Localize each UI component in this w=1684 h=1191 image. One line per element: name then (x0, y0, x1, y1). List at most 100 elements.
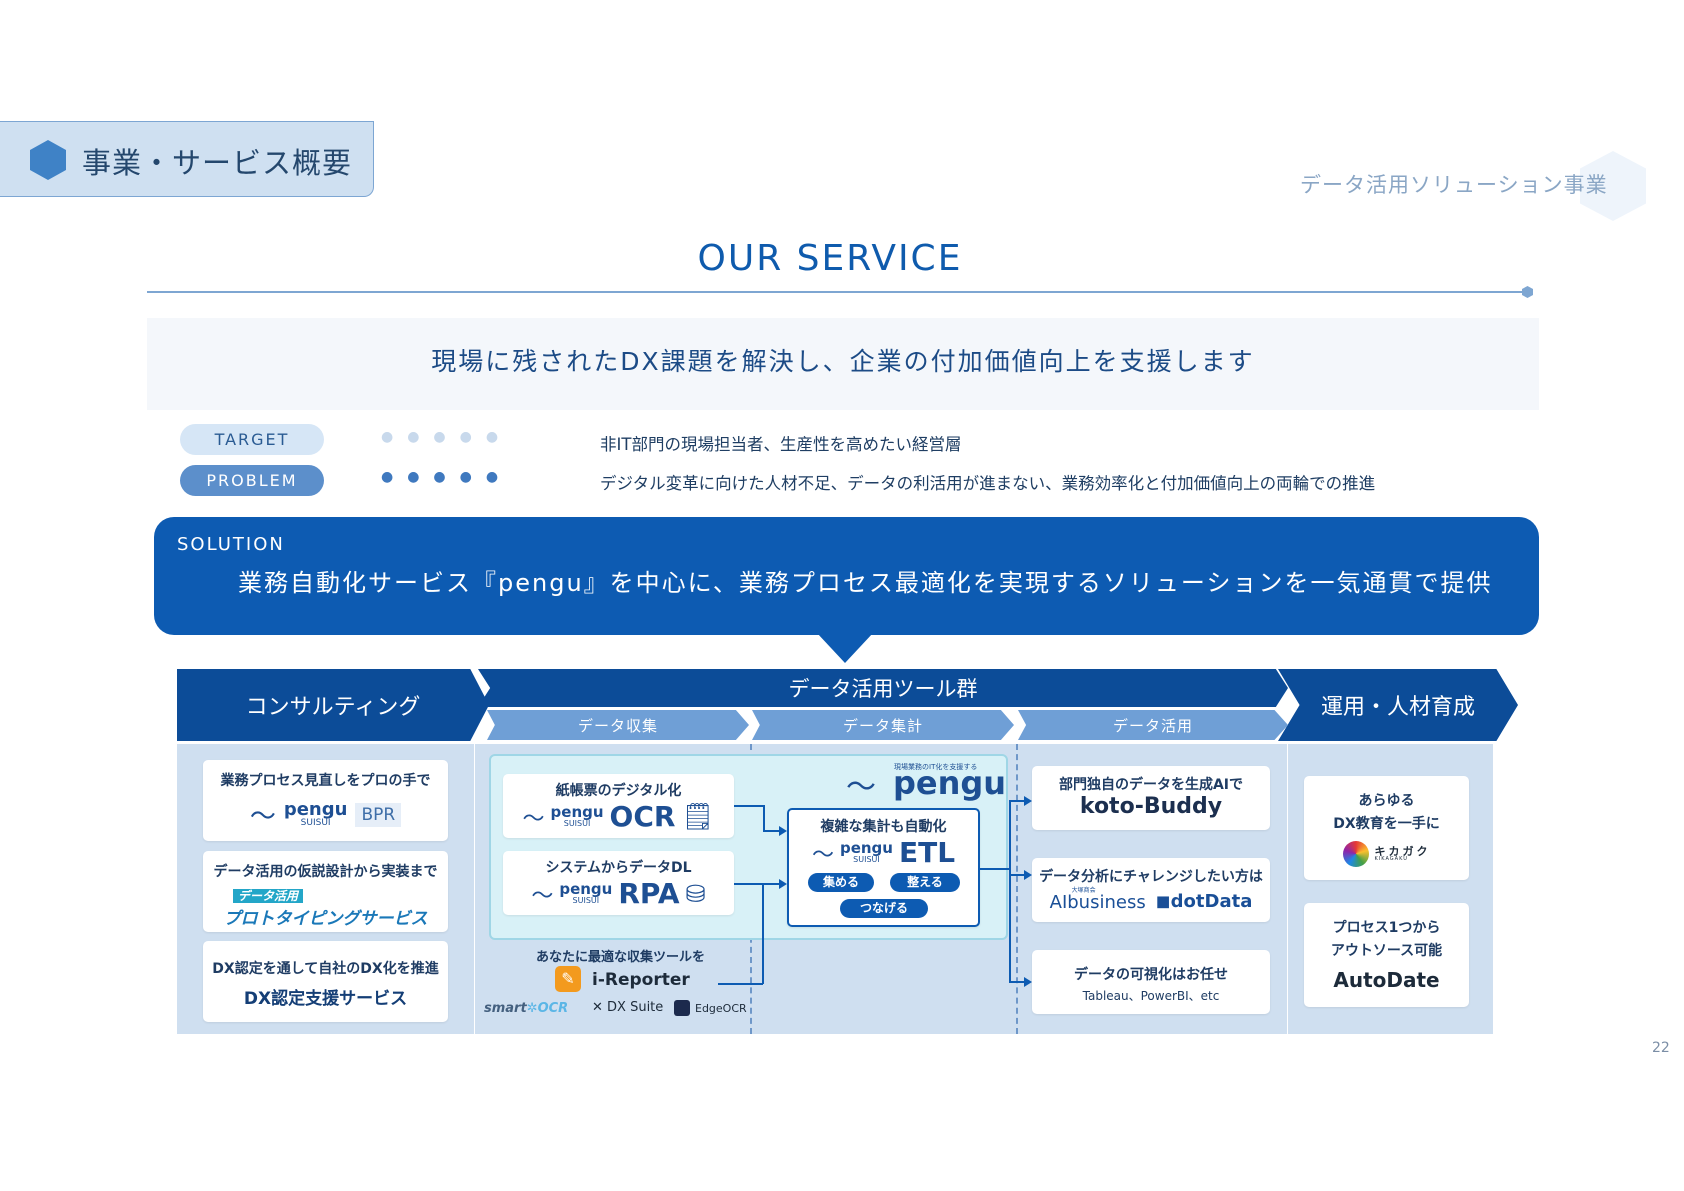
arrow-icon (1024, 870, 1032, 880)
solution-text: 業務自動化サービス『pengu』を中心に、業務プロセス最適化を実現するソリューシ… (238, 569, 1493, 597)
penguin-icon: 〜 (846, 770, 876, 805)
data-use-tag: データ活用 (233, 889, 304, 903)
connect-button: つなげる (840, 899, 928, 918)
card-heading: データ活用の仮説設計から実装まで (213, 864, 438, 880)
dx-cert-card: DX認定を通して自社のDX化を推進 DX認定支援サービス (203, 941, 448, 1022)
title-divider (147, 291, 1529, 293)
connector-line (734, 883, 779, 885)
penguin-icon: 〜 (249, 802, 276, 832)
bpr-badge: BPR (355, 802, 402, 827)
use-subchevron: データ活用 (1018, 710, 1288, 740)
pengu-rpa-card: システムからデータDL 〜 pengu SUISUI RPA ⛁ (503, 851, 734, 915)
connector-line (718, 983, 763, 985)
dx-cert-title: DX認定支援サービス (243, 989, 408, 1009)
aggregate-subchevron: データ集計 (752, 710, 1014, 740)
divider-hex-icon (1522, 286, 1533, 298)
aggregate-label: データ集計 (842, 716, 923, 735)
edgeocr-icon (674, 1000, 690, 1016)
dotdata-text: dotData (1170, 891, 1253, 912)
sparkle-icon: ✲ (526, 1001, 538, 1016)
prototyping-title: プロトタイピングサービス (223, 909, 428, 929)
card-heading: データ分析にチャレンジしたい方は (1039, 869, 1263, 885)
pengu-logo: pengu (550, 803, 604, 821)
kikagaku-card: あらゆる DX教育を一手に キカガク KIKAGAKU (1304, 776, 1469, 880)
collect-button: 集める (808, 873, 874, 892)
i-reporter-icon: ✎ (555, 966, 581, 992)
connector-line (734, 805, 764, 807)
dotdata-icon: ◼ (1155, 891, 1171, 912)
dotdata-logo: ◼dotData (1156, 891, 1253, 912)
smart-text: smart (484, 1001, 527, 1016)
connector-line (1009, 800, 1025, 802)
pengu-ocr-card: 紙帳票のデジタル化 〜 pengu SUISUI OCR 🗒 (503, 774, 734, 838)
column-separator (1287, 744, 1288, 1034)
pengu-logo-sub: SUISUI (853, 855, 880, 864)
dashed-separator (1016, 744, 1018, 1034)
solution-label: SOLUTION (177, 534, 285, 555)
operations-chevron: 運用・人材育成 (1278, 669, 1518, 741)
pengu-logo-sub: SUISUI (572, 896, 600, 905)
page-number: 22 (1652, 1040, 1670, 1056)
card-heading-line2: DX教育を一手に (1333, 816, 1440, 832)
consulting-chevron: コンサルティング (177, 669, 489, 741)
use-label: データ活用 (1112, 716, 1193, 735)
pengu-logo: pengu (283, 799, 348, 820)
connector-line (1009, 800, 1011, 982)
pengu-brand: pengu (893, 764, 1007, 802)
ocr-product: OCR (609, 800, 676, 833)
pengu-logo-sub: SUISUI (563, 819, 591, 828)
card-heading: 部門独自のデータを生成AIで (1058, 777, 1244, 793)
smart-ocr-logo: smart✲OCR (484, 1001, 568, 1016)
target-pill: TARGET (180, 424, 324, 455)
solution-pointer (817, 633, 873, 663)
problem-pill: PROBLEM (180, 465, 324, 496)
category-label: データ活用ソリューション事業 (1300, 173, 1608, 197)
arrange-button: 整える (890, 873, 960, 892)
prototyping-card: データ活用の仮説設計から実装まで データ活用 プロトタイピングサービス (203, 851, 448, 932)
connector-line (1009, 981, 1025, 983)
card-heading: システムからデータDL (545, 860, 692, 876)
card-heading-line1: あらゆる (1358, 793, 1415, 809)
problem-dots: ●●●●● (381, 469, 513, 485)
x-icon: ✕ (592, 1000, 608, 1015)
arrow-icon (779, 879, 787, 889)
visualization-card: データの可視化はお任せ Tableau、PowerBI、etc (1032, 950, 1270, 1014)
card-heading-line2: アウトソース可能 (1330, 943, 1443, 959)
koto-buddy-card: 部門独自のデータを生成AIで koto-Buddy (1032, 766, 1270, 830)
edgeocr-logo: EdgeOCR (695, 1002, 747, 1015)
connector-line (1009, 874, 1025, 876)
autodate-card: プロセス1つから アウトソース可能 AutoDate (1304, 903, 1469, 1007)
connector-line (763, 830, 779, 832)
penguin-icon: 〜 (531, 883, 554, 909)
ocr-text: OCR (537, 1001, 569, 1016)
tools-label: データ活用ツール群 (788, 677, 978, 701)
tools-chevron: データ活用ツール群 (478, 669, 1288, 707)
etl-product: ETL (898, 836, 956, 869)
pengu-logo: pengu (559, 880, 613, 898)
card-heading: 複雑な集計も自動化 (820, 819, 947, 835)
column-separator (474, 744, 475, 1034)
arrow-icon (1024, 977, 1032, 987)
pengu-logo-sub: SUISUI (300, 818, 331, 828)
card-heading: 業務プロセス見直しをプロの手で (220, 773, 431, 789)
koto-buddy-logo: koto-Buddy (1079, 794, 1223, 819)
connector-line (763, 805, 765, 831)
tagline: 現場に残されたDX課題を解決し、企業の付加価値向上を支援します (431, 347, 1255, 376)
viz-tools: Tableau、PowerBI、etc (1082, 989, 1220, 1003)
card-heading-line1: プロセス1つから (1332, 920, 1441, 936)
rpa-product: RPA (618, 877, 680, 910)
document-edit-icon: 🗒 (681, 801, 715, 832)
card-heading: 紙帳票のデジタル化 (555, 783, 682, 799)
arrow-icon (1024, 796, 1032, 806)
card-heading: DX認定を通して自社のDX化を推進 (212, 961, 439, 977)
i-reporter-logo: i-Reporter (592, 970, 690, 990)
consulting-label: コンサルティング (245, 695, 421, 720)
collect-tools-heading: あなたに最適な収集ツールを (535, 950, 705, 965)
arrow-icon (779, 826, 787, 836)
collect-label: データ収集 (577, 716, 658, 735)
section-label: 事業・サービス概要 (82, 146, 353, 180)
pengu-logo: pengu (839, 839, 893, 857)
target-dots: ●●●●● (381, 429, 513, 445)
database-icon: ⛁ (685, 879, 706, 908)
penguin-icon: 〜 (811, 842, 834, 868)
